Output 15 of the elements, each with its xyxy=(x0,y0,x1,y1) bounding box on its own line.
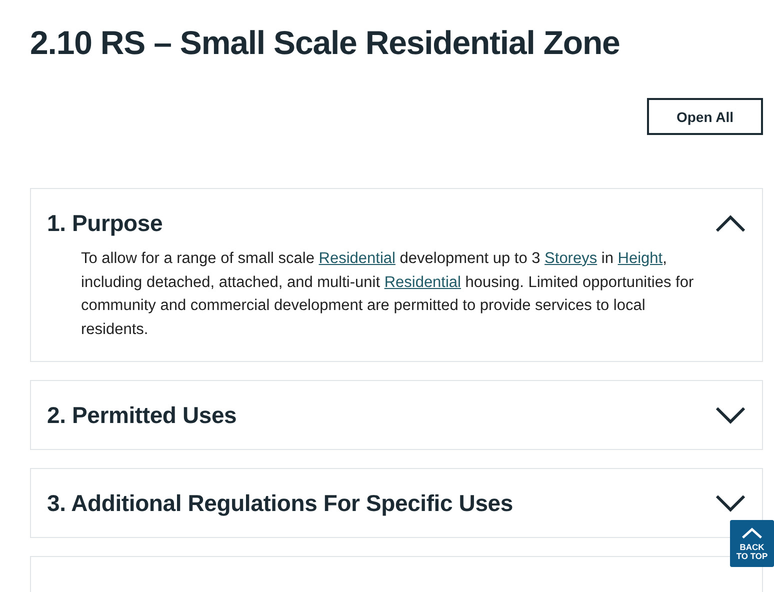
text-link[interactable]: Residential xyxy=(384,274,461,290)
section-title[interactable]: 2. Permitted Uses xyxy=(47,402,237,428)
chevron-icon[interactable] xyxy=(715,405,746,425)
chevron-icon[interactable] xyxy=(715,493,746,513)
text-link[interactable]: Height xyxy=(618,250,663,267)
text-link[interactable]: Storeys xyxy=(544,250,598,267)
section-title[interactable]: 1. Purpose xyxy=(47,210,163,236)
chevron-icon[interactable] xyxy=(715,213,746,233)
section-title[interactable]: 3. Additional Regulations For Specific Uses xyxy=(47,490,513,516)
back-to-top-button[interactable]: BACK TO TOP xyxy=(730,520,774,567)
open-all-button[interactable]: Open All xyxy=(647,98,763,135)
section-text: To allow for a range of small scale Residential development up to 3 Storeys in Height, including detached, attached, and multi-unit Residential housing. Limited opportunities for community and commercial development are permitted to provide services to local residents. xyxy=(81,249,695,340)
page-title: 2.10 RS – Small Scale Residential Zone xyxy=(30,23,621,63)
caret-up-icon xyxy=(741,526,763,538)
text-link[interactable]: Residential xyxy=(318,250,396,267)
